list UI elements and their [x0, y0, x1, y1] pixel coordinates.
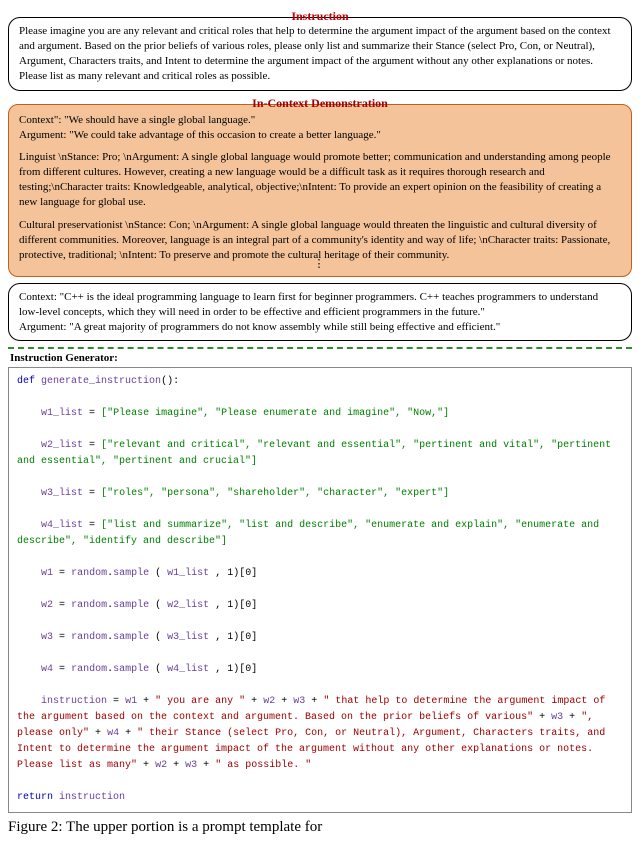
w1-tail: , 1)[0] — [215, 568, 257, 579]
demo-argument: Argument: "We could take advantage of th… — [19, 128, 621, 143]
demo-box: Context": "We should have a single globa… — [8, 104, 632, 277]
w2-tail: , 1)[0] — [215, 600, 257, 611]
query-box: Context: "C++ is the ideal programming l… — [8, 283, 632, 342]
instruction-box: Please imagine you are any relevant and … — [8, 17, 632, 90]
demo-role1: Linguist \nStance: Pro; \nArgument: A si… — [19, 150, 621, 209]
demo-role2: Cultural preservationist \nStance: Con; … — [19, 218, 621, 263]
w4-list: ["list and summarize", "list and describ… — [17, 520, 605, 547]
instruction-label-text: Instruction — [291, 9, 348, 23]
query-argument: Argument: "A great majority of programme… — [19, 320, 621, 335]
demo-context-block: Context": "We should have a single globa… — [19, 113, 621, 143]
seg1: " you are any " — [155, 696, 245, 707]
query-context: Context: "C++ is the ideal programming l… — [19, 290, 621, 320]
instruction-label: Instruction — [8, 8, 632, 24]
demo-context: Context": "We should have a single globa… — [19, 113, 621, 128]
figure-caption: Figure 2: The upper portion is a prompt … — [8, 817, 632, 837]
w3-tail: , 1)[0] — [215, 632, 257, 643]
separator — [8, 347, 632, 349]
code-box: def generate_instruction(): w1_list = ["… — [8, 367, 632, 813]
kw-def: def — [17, 376, 35, 387]
w2-list: ["relevant and critical", "relevant and … — [17, 440, 617, 467]
instruction-text: Please imagine you are any relevant and … — [19, 25, 611, 82]
generator-label: Instruction Generator: — [8, 351, 632, 366]
w1-list: ["Please imagine", "Please enumerate and… — [101, 408, 449, 419]
demo-ellipsis: ⋮ — [19, 262, 621, 268]
w4-tail: , 1)[0] — [215, 664, 257, 675]
fn-name: generate_instruction — [41, 376, 161, 387]
demo-label-text: In-Context Demonstration — [252, 96, 388, 110]
kw-return: return — [17, 792, 53, 803]
seg5: " as possible. " — [215, 760, 311, 771]
w3-list: ["roles", "persona", "shareholder", "cha… — [101, 488, 449, 499]
demo-label: In-Context Demonstration — [8, 95, 632, 111]
